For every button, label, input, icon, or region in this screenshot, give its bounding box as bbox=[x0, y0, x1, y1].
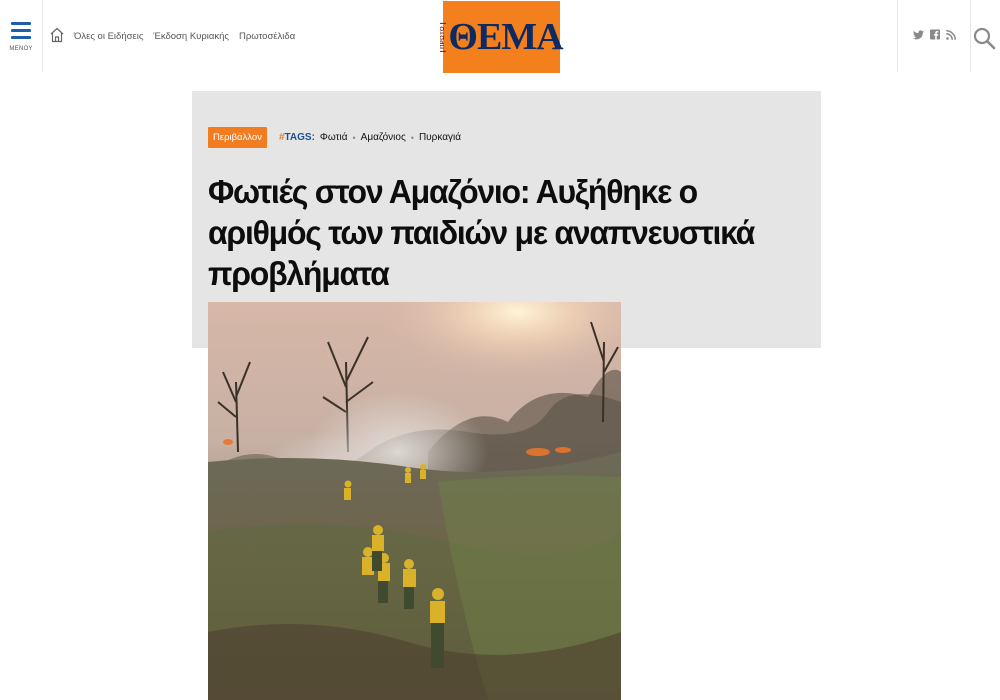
tag-link[interactable]: Αμαζόνιος bbox=[361, 132, 406, 143]
site-logo[interactable]: ΠΡΩΤΟ ΘΕΜΑ bbox=[440, 1, 564, 73]
category-badge[interactable]: Περιβάλλον bbox=[208, 127, 267, 148]
top-nav: Όλες οι Ειδήσεις Έκδοση Κυριακής Πρωτοσέ… bbox=[74, 31, 295, 42]
site-header: ΜΕΝΟΥ Όλες οι Ειδήσεις Έκδοση Κυριακής Π… bbox=[0, 0, 1000, 74]
article-main-image bbox=[208, 302, 621, 700]
twitter-icon[interactable] bbox=[912, 29, 924, 43]
tag-separator: • bbox=[410, 132, 414, 143]
menu-button[interactable]: ΜΕΝΟΥ bbox=[0, 0, 43, 72]
nav-all-news[interactable]: Όλες οι Ειδήσεις bbox=[74, 31, 143, 42]
home-icon[interactable] bbox=[50, 27, 64, 43]
nav-front-pages[interactable]: Πρωτοσέλιδα bbox=[239, 31, 295, 42]
article-title: Φωτιές στον Αμαζόνιο: Αυξήθηκε ο αριθμός… bbox=[208, 173, 755, 292]
tags-row: Περιβάλλον #TAGS: Φωτιά • Αμαζόνιος • Πυ… bbox=[208, 127, 461, 148]
tag-link[interactable]: Φωτιά bbox=[320, 132, 348, 143]
menu-label: ΜΕΝΟΥ bbox=[9, 46, 33, 52]
logo-small-text: ΠΡΩΤΟ bbox=[440, 22, 447, 52]
facebook-icon[interactable] bbox=[929, 29, 940, 43]
tags-label: #TAGS: bbox=[278, 132, 315, 143]
tag-separator: • bbox=[352, 132, 356, 143]
nav-sunday-edition[interactable]: Έκδοση Κυριακής bbox=[153, 31, 229, 42]
search-icon[interactable] bbox=[972, 26, 996, 50]
social-links bbox=[897, 0, 971, 72]
rss-icon[interactable] bbox=[945, 29, 956, 43]
logo-main-text: ΘΕΜΑ bbox=[448, 16, 563, 58]
hamburger-icon bbox=[11, 22, 31, 39]
tag-link[interactable]: Πυρκαγιά bbox=[419, 132, 461, 143]
